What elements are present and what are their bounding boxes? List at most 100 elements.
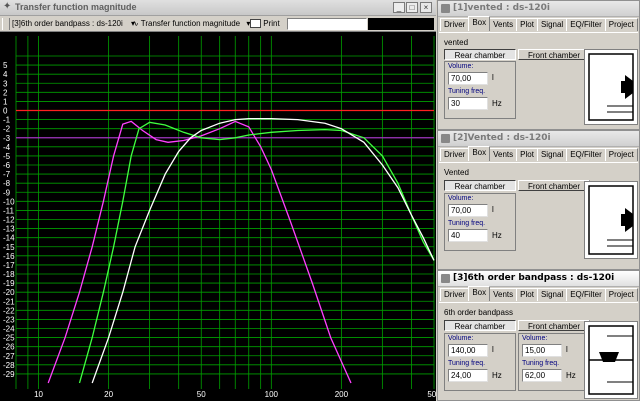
tab-driver[interactable]: Driver (440, 148, 470, 161)
tab-signal[interactable]: Signal (536, 148, 568, 161)
x-tick-label: 10 (34, 390, 43, 399)
series-line (78, 121, 435, 384)
y-tick-label: -18 (3, 270, 15, 279)
tuning-unit: Hz (492, 99, 502, 108)
tuning-unit: Hz (492, 231, 502, 240)
tab-bar: Driver Box Vents Plot Signal EQ/Filter Project (440, 286, 638, 302)
volume-unit: l (492, 345, 494, 354)
front-chamber-button[interactable]: Front chamber (518, 320, 590, 331)
tab-box[interactable]: Box (468, 16, 491, 31)
y-tick-label: 5 (3, 61, 8, 70)
y-tick-label: -10 (3, 197, 15, 206)
maximize-button[interactable]: □ (406, 2, 418, 13)
volume-input[interactable]: 140,00 (448, 344, 488, 357)
volume-label: Volume: (448, 195, 474, 202)
enclosure-diagram (584, 321, 638, 399)
tab-project[interactable]: Project (604, 18, 638, 31)
enclosure-drawing (588, 53, 634, 121)
tab-eqfilter[interactable]: EQ/Filter (566, 148, 606, 161)
panel-icon (441, 4, 450, 13)
panel-titlebar[interactable]: [3]6th order bandpass : ds-120i (438, 271, 639, 287)
tab-vents[interactable]: Vents (489, 148, 518, 161)
transfer-function-window: ✦ Transfer function magnitude _ □ × [3]6… (0, 0, 436, 401)
app-icon: ✦ (3, 1, 12, 12)
y-tick-label: -7 (3, 170, 11, 179)
x-tick-label: 50 (197, 390, 206, 399)
tab-project[interactable]: Project (604, 148, 638, 161)
rear-chamber-button[interactable]: Rear chamber (444, 49, 516, 60)
y-tick-label: -22 (3, 306, 15, 315)
tab-eqfilter[interactable]: EQ/Filter (566, 288, 606, 301)
y-tick-label: 0 (3, 107, 8, 116)
enclosure-type-label: Vented (444, 168, 469, 177)
tab-signal[interactable]: Signal (536, 288, 568, 301)
enclosure-drawing (588, 185, 634, 255)
tab-vents[interactable]: Vents (489, 288, 518, 301)
panel-titlebar[interactable]: [1]vented : ds-120i (438, 1, 639, 17)
tab-eqfilter[interactable]: EQ/Filter (566, 18, 606, 31)
volume-input[interactable]: 70,00 (448, 204, 488, 217)
y-tick-label: 3 (3, 79, 8, 88)
y-tick-label: -12 (3, 216, 15, 225)
tuning-label: Tuning freq. (448, 360, 486, 367)
volume-label: Volume: (448, 63, 474, 70)
tab-divider (439, 32, 638, 33)
tab-plot[interactable]: Plot (516, 288, 538, 301)
tuning-input[interactable]: 40 (448, 229, 488, 242)
front-volume-input[interactable]: 15,00 (522, 344, 562, 357)
front-volume-unit: l (566, 345, 568, 354)
front-tuning-input[interactable]: 62,00 (522, 369, 562, 382)
y-tick-label: -16 (3, 252, 15, 261)
driver-panel-2: [2]Vented : ds-120i Driver Box Vents Plot Sig… (437, 130, 640, 270)
transfer-function-chart[interactable]: 543210-1-2-3-4-5-6-7-8-9-10-11-12-13-14-… (0, 32, 436, 401)
enclosure-type-label: 6th order bandpass (444, 308, 513, 317)
y-tick-label: -29 (3, 370, 15, 379)
minimize-button[interactable]: _ (393, 2, 405, 13)
front-tuning-unit: Hz (566, 371, 576, 380)
tab-box[interactable]: Box (468, 286, 491, 301)
y-tick-label: -24 (3, 325, 15, 334)
tab-bar: Driver Box Vents Plot Signal EQ/Filter Project (440, 16, 638, 32)
front-tuning-label: Tuning freq. (522, 360, 560, 367)
close-button[interactable]: × (420, 2, 432, 13)
x-tick-label: 100 (265, 390, 279, 399)
y-tick-label: 2 (3, 88, 8, 97)
tab-plot[interactable]: Plot (516, 18, 538, 31)
tab-project[interactable]: Project (604, 288, 638, 301)
panel-titlebar[interactable]: [2]Vented : ds-120i (438, 131, 639, 147)
volume-input[interactable]: 70,00 (448, 72, 488, 85)
y-tick-label: -19 (3, 279, 15, 288)
tab-signal[interactable]: Signal (536, 18, 568, 31)
tab-divider (439, 162, 638, 163)
tab-plot[interactable]: Plot (516, 148, 538, 161)
toolbar-grip (2, 18, 10, 30)
chart-type-dropdown[interactable]: ∿ Transfer function magnitude ▾ (132, 18, 250, 30)
toolbar-field-1[interactable] (287, 18, 367, 30)
rear-chamber-button[interactable]: Rear chamber (444, 180, 516, 191)
rear-chamber-button[interactable]: Rear chamber (444, 320, 516, 331)
print-button[interactable]: Print (250, 18, 280, 30)
front-chamber-button[interactable]: Front chamber (518, 180, 590, 191)
y-tick-label: 1 (3, 97, 8, 106)
tab-box[interactable]: Box (468, 146, 491, 161)
print-label: Print (263, 19, 280, 28)
tab-driver[interactable]: Driver (440, 288, 470, 301)
panel-title: [1]vented : ds-120i (453, 3, 550, 13)
window-titlebar[interactable]: ✦ Transfer function magnitude _ □ × (0, 0, 436, 16)
tuning-input[interactable]: 30 (448, 97, 488, 110)
series-2 (78, 121, 435, 384)
y-tick-label: -5 (3, 152, 11, 161)
main-toolbar: [3]6th order bandpass : ds-120i ▾ ∿ Tran… (0, 16, 436, 32)
tuning-label: Tuning freq. (448, 220, 486, 227)
tab-vents[interactable]: Vents (489, 18, 518, 31)
project-dropdown[interactable]: [3]6th order bandpass : ds-120i ▾ (12, 18, 135, 30)
tab-driver[interactable]: Driver (440, 18, 470, 31)
y-tick-label: -23 (3, 315, 15, 324)
tuning-input[interactable]: 24,00 (448, 369, 488, 382)
toolbar-field-2[interactable] (368, 18, 434, 30)
y-tick-label: -20 (3, 288, 15, 297)
front-chamber-button[interactable]: Front chamber (518, 49, 590, 60)
y-tick-label: -2 (3, 125, 11, 134)
panel-icon (441, 134, 450, 143)
enclosure-diagram (584, 181, 638, 259)
